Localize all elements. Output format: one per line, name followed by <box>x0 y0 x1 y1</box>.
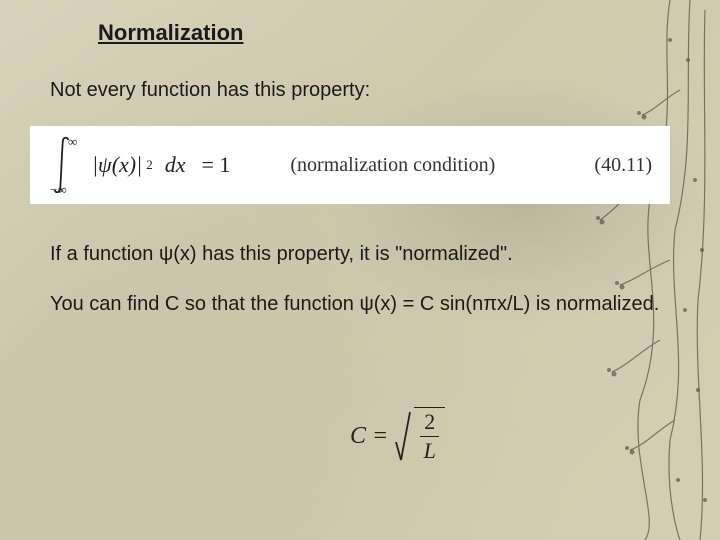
equals-one: = 1 <box>201 152 230 178</box>
fraction-numerator: 2 <box>420 410 439 437</box>
upper-limit: ∞ <box>68 134 77 150</box>
condition-label: (normalization condition) <box>290 154 495 177</box>
sqrt-fraction: 2 L <box>414 407 445 463</box>
sqrt-icon <box>394 408 414 464</box>
slide-content: Normalization Not every function has thi… <box>0 0 720 360</box>
lower-limit: −∞ <box>50 182 67 198</box>
integrand: |ψ(x)| <box>92 152 142 178</box>
normalization-equation: ∞ −∞ |ψ(x)|2 dx = 1 (normalization condi… <box>30 126 670 204</box>
constant-lhs: C = <box>350 423 388 450</box>
find-constant-text: You can find C so that the function ψ(x)… <box>50 290 670 318</box>
differential: dx <box>165 152 186 178</box>
fraction-denominator: L <box>424 437 436 463</box>
integrand-exponent: 2 <box>146 157 153 173</box>
equation-number: (40.11) <box>594 154 652 177</box>
constant-equation: C = 2 L <box>350 408 445 464</box>
normalized-definition: If a function ψ(x) has this property, it… <box>50 240 670 268</box>
integral-symbol: ∞ −∞ |ψ(x)|2 dx = 1 <box>50 136 230 194</box>
intro-text: Not every function has this property: <box>50 76 670 104</box>
slide-title: Normalization <box>98 20 670 46</box>
